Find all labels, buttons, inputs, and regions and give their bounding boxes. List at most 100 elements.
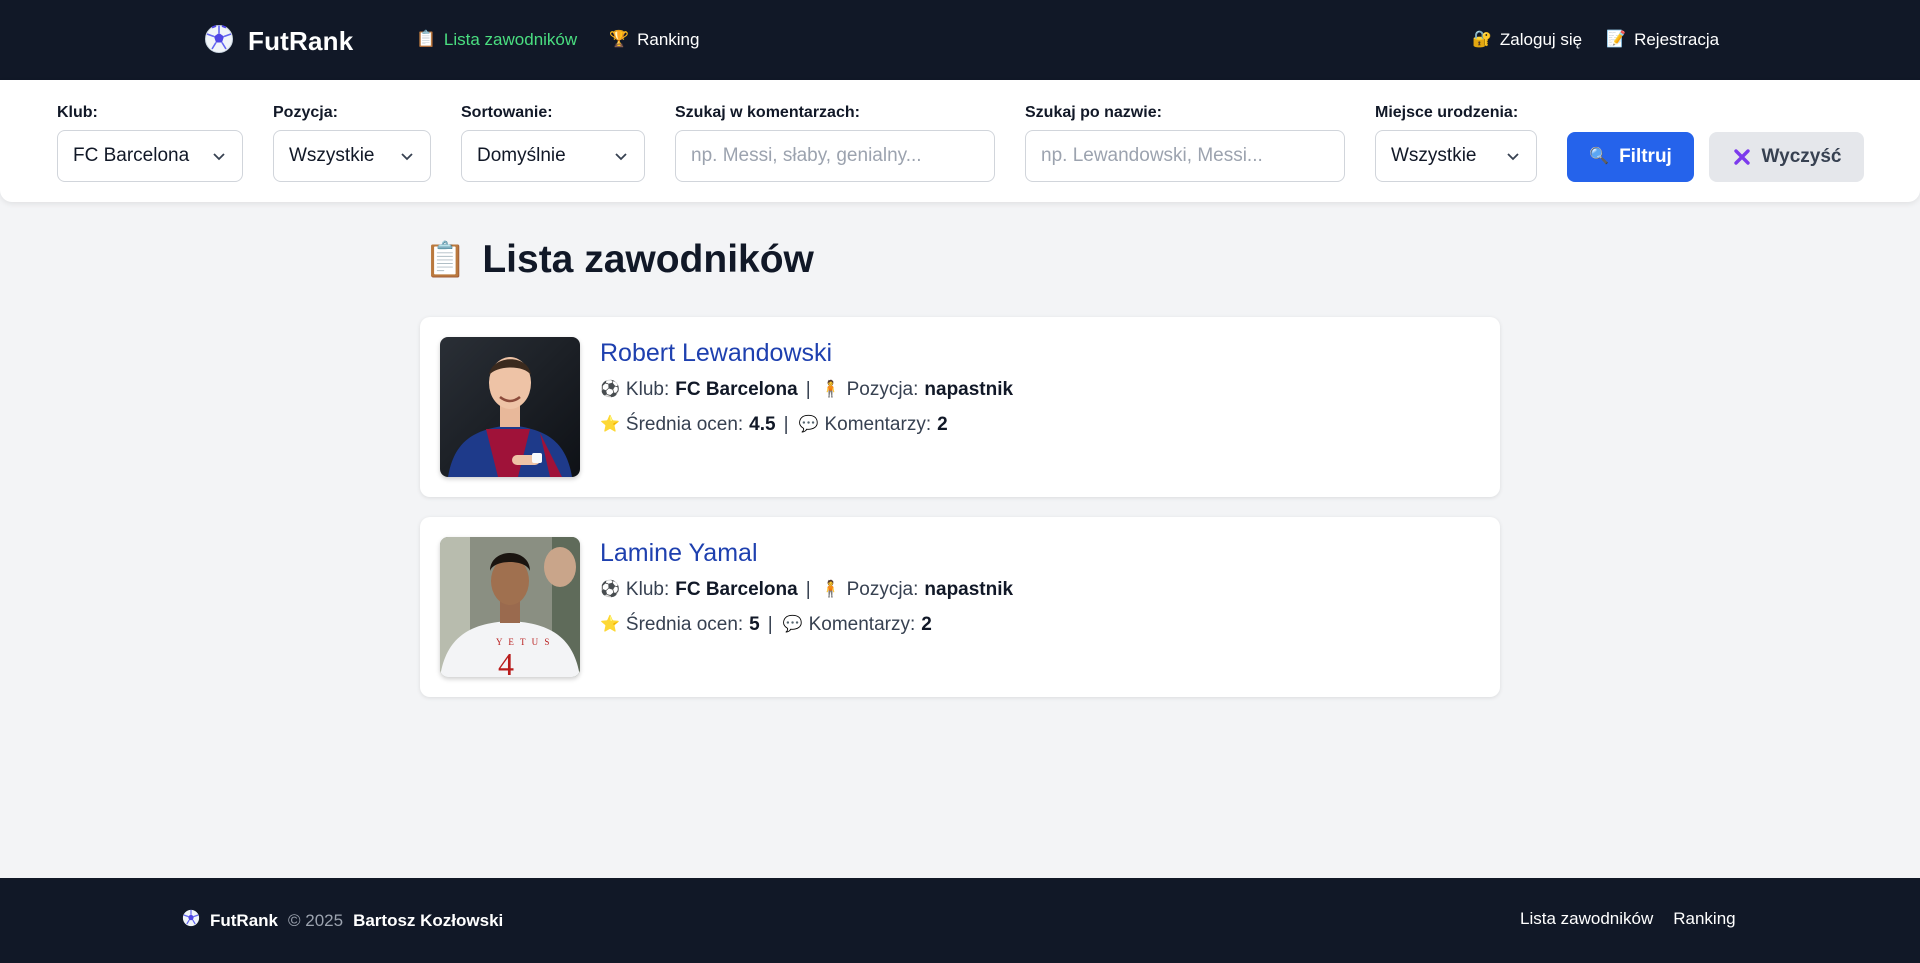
separator: | xyxy=(805,579,811,600)
filter-button[interactable]: 🔍 Filtruj xyxy=(1567,132,1694,182)
separator: | xyxy=(783,414,789,435)
footer-links: Lista zawodników Ranking xyxy=(1520,909,1736,929)
footer-brand-name: FutRank xyxy=(210,910,278,930)
lock-icon: 🔐 xyxy=(1472,31,1492,48)
star-icon: ⭐ xyxy=(600,416,620,433)
birthplace-filter-group: Miejsce urodzenia: Wszystkie xyxy=(1375,104,1537,182)
footer-link-ranking[interactable]: Ranking xyxy=(1673,909,1735,929)
comments-search-group: Szukaj w komentarzach: xyxy=(675,104,995,182)
magnifier-icon: 🔍 xyxy=(1589,148,1610,165)
avg-rating-value: 5 xyxy=(749,614,760,635)
player-club-position: ⚽ Klub: FC Barcelona | 🧍 Pozycja: napast… xyxy=(600,579,1013,601)
nav-link-label: Lista zawodników xyxy=(443,30,578,49)
star-icon: ⭐ xyxy=(600,616,620,633)
position-value: napastnik xyxy=(924,579,1014,600)
sort-filter-group: Sortowanie: Domyślnie xyxy=(461,104,645,182)
footer: FutRank © 2025 Bartosz Kozłowski Lista z… xyxy=(0,878,1920,963)
name-search-box xyxy=(1025,130,1345,182)
comments-value: 2 xyxy=(937,414,948,435)
separator: | xyxy=(767,614,773,635)
sort-select[interactable]: Domyślnie xyxy=(461,130,645,182)
soccer-ball-icon: ⚽ xyxy=(600,381,620,398)
position-select[interactable]: Wszystkie xyxy=(273,130,431,182)
svg-text:4: 4 xyxy=(498,646,514,677)
chevron-down-icon xyxy=(615,153,627,161)
player-name-link[interactable]: Robert Lewandowski xyxy=(600,339,832,368)
brand[interactable]: FutRank xyxy=(204,24,353,59)
player-stats: ⭐ Średnia ocen: 5 | 💬 Komentarzy: 2 xyxy=(600,614,932,636)
page-title-text: Lista zawodników xyxy=(482,238,814,281)
club-filter-label: Klub: xyxy=(57,104,98,121)
club-select-value: FC Barcelona xyxy=(73,145,190,166)
main-nav: 📋 Lista zawodników 🏆 Ranking xyxy=(416,30,699,50)
birthplace-select-value: Wszystkie xyxy=(1391,145,1477,166)
club-filter-group: Klub: FC Barcelona xyxy=(57,104,243,182)
soccer-ball-icon xyxy=(204,24,234,59)
speech-bubble-icon: 💬 xyxy=(798,416,819,433)
register-label: Rejestracja xyxy=(1634,30,1720,49)
memo-icon: 📝 xyxy=(1606,31,1627,48)
birthplace-filter-label: Miejsce urodzenia: xyxy=(1375,104,1519,121)
club-value: FC Barcelona xyxy=(675,579,798,600)
position-filter-label: Pozycja: xyxy=(273,104,338,121)
person-icon: 🧍 xyxy=(820,381,841,398)
brand-name: FutRank xyxy=(248,26,354,56)
cross-icon xyxy=(1733,149,1750,165)
comments-label: Komentarzy: xyxy=(808,614,916,635)
sort-filter-label: Sortowanie: xyxy=(461,104,553,121)
clipboard-icon: 📋 xyxy=(424,241,467,279)
footer-author: Bartosz Kozłowski xyxy=(353,910,504,930)
comments-search-input[interactable] xyxy=(691,145,979,167)
separator: | xyxy=(805,379,811,400)
register-link[interactable]: 📝 Rejestracja xyxy=(1606,30,1719,50)
auth-links: 🔐 Zaloguj się 📝 Rejestracja xyxy=(1472,30,1719,50)
name-search-group: Szukaj po nazwie: xyxy=(1025,104,1345,182)
player-photo[interactable]: Y E T U S 4 xyxy=(440,537,580,677)
person-icon: 🧍 xyxy=(820,581,841,598)
position-label: Pozycja: xyxy=(846,579,919,600)
birthplace-select[interactable]: Wszystkie xyxy=(1375,130,1537,182)
avg-rating-label: Średnia ocen: xyxy=(625,614,744,635)
clear-button-label: Wyczyść xyxy=(1761,146,1842,167)
club-label: Klub: xyxy=(625,579,670,600)
player-photo[interactable] xyxy=(440,337,580,477)
clipboard-icon: 📋 xyxy=(416,31,436,48)
nav-link-ranking[interactable]: 🏆 Ranking xyxy=(609,30,699,50)
player-name-link[interactable]: Lamine Yamal xyxy=(600,539,758,568)
chevron-down-icon xyxy=(1507,153,1519,161)
player-card[interactable]: Y E T U S 4 Lamine Yamal ⚽ Klub: FC Barc… xyxy=(420,517,1500,697)
nav-link-label: Ranking xyxy=(637,30,700,49)
clear-button[interactable]: Wyczyść xyxy=(1709,132,1864,182)
position-label: Pozycja: xyxy=(846,379,919,400)
login-label: Zaloguj się xyxy=(1499,30,1583,49)
speech-bubble-icon: 💬 xyxy=(782,616,803,633)
footer-copyright: © 2025 xyxy=(288,910,344,930)
player-club-position: ⚽ Klub: FC Barcelona | 🧍 Pozycja: napast… xyxy=(600,379,1013,401)
comments-search-box xyxy=(675,130,995,182)
sort-select-value: Domyślnie xyxy=(477,145,566,166)
top-navbar: FutRank 📋 Lista zawodników 🏆 Ranking 🔐 Z… xyxy=(0,0,1920,80)
soccer-ball-icon: ⚽ xyxy=(600,581,620,598)
avg-rating-value: 4.5 xyxy=(749,414,776,435)
player-card[interactable]: Robert Lewandowski ⚽ Klub: FC Barcelona … xyxy=(420,317,1500,497)
club-value: FC Barcelona xyxy=(675,379,798,400)
footer-link-players[interactable]: Lista zawodników xyxy=(1520,909,1653,929)
chevron-down-icon xyxy=(213,153,225,161)
page-title: 📋 Lista zawodników xyxy=(424,238,814,282)
player-stats: ⭐ Średnia ocen: 4.5 | 💬 Komentarzy: 2 xyxy=(600,414,948,436)
name-search-input[interactable] xyxy=(1041,145,1329,167)
name-search-label: Szukaj po nazwie: xyxy=(1025,104,1162,121)
chevron-down-icon xyxy=(401,153,413,161)
position-select-value: Wszystkie xyxy=(289,145,375,166)
club-label: Klub: xyxy=(625,379,670,400)
login-link[interactable]: 🔐 Zaloguj się xyxy=(1472,30,1582,50)
comments-label: Komentarzy: xyxy=(824,414,932,435)
comments-value: 2 xyxy=(921,614,932,635)
nav-link-players[interactable]: 📋 Lista zawodników xyxy=(416,30,577,50)
avg-rating-label: Średnia ocen: xyxy=(625,414,744,435)
club-select[interactable]: FC Barcelona xyxy=(57,130,243,182)
position-value: napastnik xyxy=(924,379,1014,400)
footer-brand: FutRank © 2025 Bartosz Kozłowski xyxy=(182,909,503,932)
comments-search-label: Szukaj w komentarzach: xyxy=(675,104,860,121)
soccer-ball-icon xyxy=(182,909,200,932)
